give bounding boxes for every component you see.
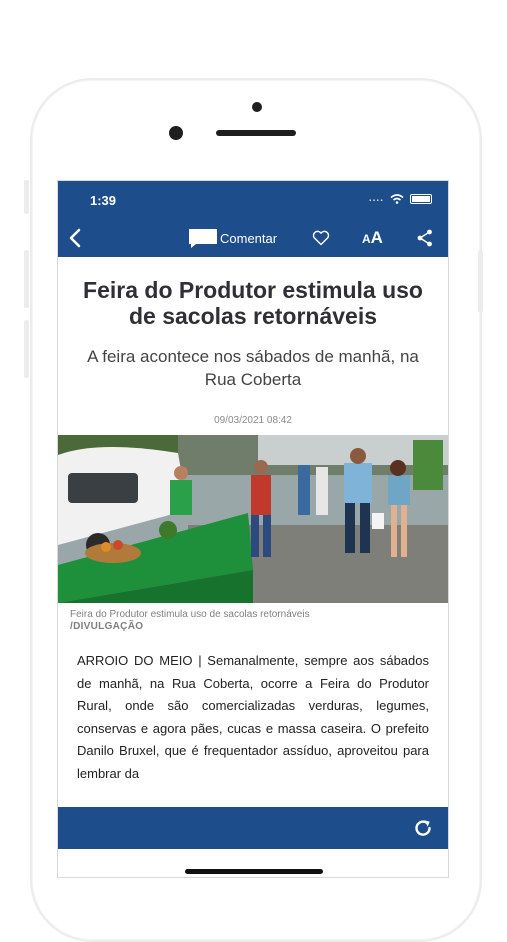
photo-caption: Feira do Produtor estimula uso de sacola… bbox=[70, 609, 310, 620]
bottom-toolbar bbox=[58, 807, 448, 849]
market-photo-illustration bbox=[58, 435, 448, 603]
comment-button[interactable]: Comentar bbox=[188, 227, 277, 249]
volume-up-button bbox=[24, 250, 29, 308]
status-icons: .... bbox=[369, 193, 432, 204]
heart-icon[interactable] bbox=[312, 230, 330, 246]
battery-icon bbox=[410, 193, 432, 204]
article-body: ARROIO DO MEIO | Semanalmente, sempre ao… bbox=[77, 653, 429, 781]
app-screen: 1:39 .... Comentar AA Feira do Produtor … bbox=[57, 180, 449, 878]
article-content: Feira do Produtor estimula uso de sacola… bbox=[58, 257, 448, 807]
font-size-small-glyph: A bbox=[362, 232, 371, 246]
home-indicator[interactable] bbox=[185, 869, 323, 874]
article-title: Feira do Produtor estimula uso de sacola… bbox=[83, 277, 423, 329]
wifi-icon bbox=[390, 193, 404, 204]
font-size-large-glyph: A bbox=[370, 228, 383, 247]
share-icon[interactable] bbox=[417, 229, 433, 247]
power-button bbox=[478, 250, 483, 312]
photo-credit: /DIVULGAÇÃO bbox=[70, 621, 144, 632]
proximity-sensor bbox=[252, 102, 262, 112]
comment-label: Comentar bbox=[220, 230, 278, 246]
status-time: 1:39 bbox=[90, 193, 117, 208]
mute-switch bbox=[24, 180, 29, 214]
article-photo[interactable] bbox=[58, 435, 448, 603]
article-date: 09/03/2021 08:42 bbox=[214, 415, 292, 426]
comment-icon bbox=[189, 229, 217, 248]
article-subtitle: A feira acontece nos sábados de manhã, n… bbox=[87, 347, 419, 389]
article-toolbar: Comentar AA bbox=[58, 219, 448, 257]
earpiece-speaker bbox=[216, 130, 296, 136]
volume-down-button bbox=[24, 320, 29, 378]
back-button[interactable] bbox=[64, 226, 88, 250]
status-bar: 1:39 .... bbox=[58, 181, 448, 219]
front-camera bbox=[169, 126, 183, 140]
font-size-button[interactable]: AA bbox=[362, 228, 383, 248]
refresh-icon[interactable] bbox=[412, 817, 434, 839]
signal-icon: .... bbox=[368, 193, 384, 204]
